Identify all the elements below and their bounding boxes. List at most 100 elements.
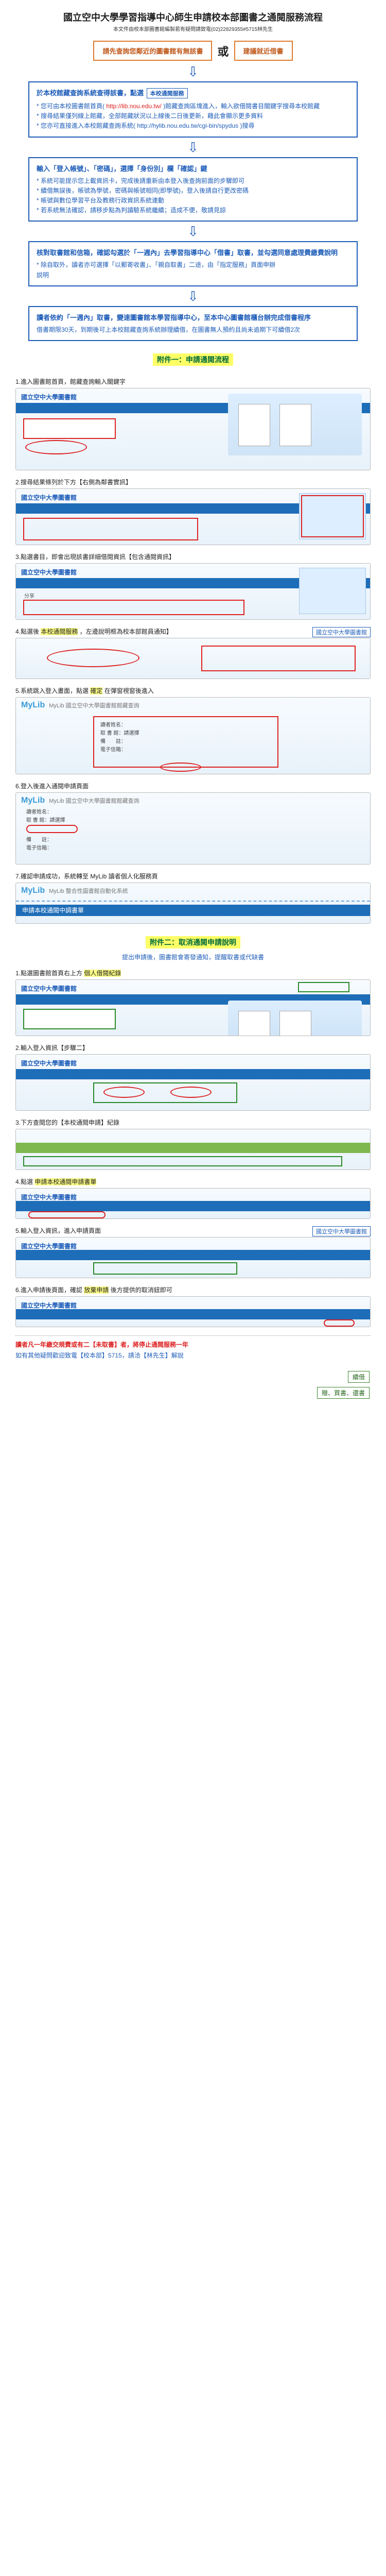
mock-screenshot-b3 [15, 1129, 371, 1170]
mylib-logo: MyLib [21, 796, 45, 805]
note-highlight [201, 646, 356, 671]
mock-screenshot-7: MyLibMyLib 整合性圖書館自動化系統 申請本校通閱中調書單 [15, 883, 371, 924]
s1-5-labelb: 在彈窗視窗後進入 [104, 687, 154, 694]
footer-warning: 讀者凡一年繳交規費或有二【未取書】者，將停止通閱服務一年 [15, 1340, 371, 1349]
dashed-divider [16, 901, 370, 903]
arrow-down-icon: ⇩ [15, 141, 371, 154]
s1-6-label: 6.登入後進入通閱申請頁面 [15, 782, 371, 790]
field-email: 電子信箱： [26, 844, 288, 853]
red-circle-highlight [25, 440, 87, 454]
s2-6-btn[interactable]: 放棄申請 [84, 1286, 109, 1294]
mock-screenshot-1: 國立空中大學圖書館 [15, 388, 371, 470]
field-lib: 取 書 館：請選擇 [100, 730, 271, 738]
nav-bar [16, 1069, 370, 1079]
side-pane [299, 568, 366, 614]
book-carousel [228, 1001, 362, 1036]
step2-note3: * 帳號與數位學習平台及教務行政資訊系統連動 [37, 197, 164, 204]
sidepane-highlight [301, 495, 364, 537]
cancel-circ [324, 1319, 355, 1327]
s2-3-label: 3.下方查閱您的【本校通閱申請】紀錄 [15, 1118, 371, 1127]
lib-logo: 國立空中大學圖書館 [21, 1193, 77, 1201]
step1-url2[interactable]: http://hylib.nou.edu.tw/cgi-bin/spydus [137, 122, 238, 129]
s2-6-label: 6.進入申請後頁面，確認 [15, 1286, 82, 1294]
attach1-label: 附件一：申請通閱流程 [153, 353, 233, 366]
step1-note3: * 您亦可直接進入本校館藏查詢系統( [37, 122, 137, 129]
step-box-3: 核對取書館和信箱，確認勾選於「一週內」去學習指導中心「借書」取書，並勾選同意處理… [28, 241, 358, 286]
field-name: 讀者姓名： [100, 721, 271, 730]
attach2-sub: 提出申請後，圖書館會寄發通知，提醒取書或代缺書 [15, 953, 371, 961]
s1-5-btn[interactable]: 確定 [90, 687, 102, 694]
field-lib: 取 書 館：請選擇 [26, 817, 288, 825]
lib-logo: 國立空中大學圖書館 [21, 1242, 77, 1250]
s2-6-labelb: 後方提供的取消鈕即可 [111, 1286, 172, 1294]
s1-4-label: 4.點選後 [15, 628, 39, 635]
detail-highlight [23, 600, 244, 615]
step3-note1: * 除自取外，讀者亦可選擇「以郵寄收書」、「親自取書」二途，由「指定服務」頁面申… [37, 261, 275, 268]
step3-note2: 説明 [37, 272, 49, 279]
step1-note1: * 您可由本校圖書館首頁( [37, 103, 106, 110]
field-email: 電子信箱： [100, 746, 271, 754]
lib-tag-right: 國立空中大學圖書館 [312, 627, 371, 637]
field-name: 讀者姓名： [26, 808, 288, 817]
s1-7-label: 7.確認申請成功，系統轉至 MyLib 讀者個人化服務頁 [15, 872, 371, 880]
step1-url1[interactable]: http://lib.nou.edu.tw/ [106, 103, 161, 110]
mylib2-sub: MyLib 整合性圖書館自動化系統 [49, 887, 128, 895]
search-box[interactable] [23, 1009, 116, 1029]
result-highlight [23, 518, 198, 540]
search-box-highlight[interactable] [23, 418, 116, 439]
step1-note3b: )搜尋 [238, 122, 254, 129]
mylib-sub: MyLib 國立空中大學圖書館館藏查詢 [49, 701, 139, 709]
book-carousel [228, 394, 362, 455]
page-title: 國立空中大學學習指導中心師生申請校本部圖書之通閱服務流程 [15, 10, 371, 24]
step-box-1: 於本校館藏查詢系統查得該書，點選 本校通閱服務 * 您可由本校圖書館首頁( ht… [28, 81, 358, 138]
s2-4-btn[interactable]: 申請本校通閱申請書單 [34, 1178, 96, 1185]
mock-screenshot-b4: 國立空中大學圖書館 [15, 1188, 371, 1219]
share-label: 分享 [24, 591, 34, 599]
attach2-label: 附件二：取消通閱申請說明 [146, 936, 240, 948]
mylib-logo: MyLib [21, 886, 45, 895]
confirm-circ [160, 762, 201, 772]
s2-4-label: 4.點選 [15, 1178, 33, 1185]
red-input-circ [103, 1087, 145, 1098]
step4-note: 借書期限30天，到期後可上本校館藏查詢系統辦理續借，在圖書無人預約且尚未逾期下可… [37, 325, 349, 335]
footer-contact: 如有其他疑問歡迎致電【校本部】5715，請洽【林先生】解說 [15, 1351, 371, 1360]
s2-1-btn[interactable]: 個人借閱紀錄 [84, 970, 121, 977]
lib-logo: 國立空中大學圖書館 [21, 1301, 77, 1310]
inline-button-tongyue[interactable]: 本校通閱服務 [147, 88, 188, 98]
mylib-logo: MyLib [21, 701, 45, 710]
lib-logo: 國立空中大學圖書館 [21, 984, 77, 993]
login-highlight: 讀者姓名： 取 書 館：請選擇 備 註： 電子信箱： [93, 716, 278, 768]
s2-1-label: 1.點選圖書館首頁右上方 [15, 970, 82, 977]
mock-screenshot-2: 國立空中大學圖書館 [15, 488, 371, 545]
step1-note1b: )館藏查詢區塊進入，輸入欲借閱書目關鍵字搜尋本校館藏 [162, 103, 320, 110]
step-box-2: 輸入「登入帳號」、「密碼」，選擇「身份別」欄「確認」鍵 * 系統可能提示您上載資… [28, 157, 358, 222]
nav-bar [16, 1250, 370, 1260]
red-input-circ2 [170, 1087, 212, 1098]
lib-logo: 國立空中大學圖書館 [21, 393, 77, 401]
lib-logo: 國立空中大學圖書館 [21, 568, 77, 577]
step2-head: 輸入「登入帳號」、「密碼」，選擇「身份別」欄「確認」鍵 [37, 163, 349, 173]
step1-head: 於本校館藏查詢系統查得該書，點選 [37, 89, 144, 97]
s1-2-label: 2.搜尋結果條列於下方【右側為鄰書實訊】 [15, 478, 371, 486]
arrow-down-icon: ⇩ [15, 225, 371, 238]
oval-highlight [47, 649, 139, 667]
s1-4-btn[interactable]: 本校通閱服務 [41, 628, 78, 635]
field-note: 備 註： [100, 738, 271, 746]
select-circ[interactable] [26, 825, 78, 833]
mylib-sub: MyLib 國立空中大學圖書館館藏查詢 [49, 796, 139, 805]
step2-note1: * 系統可能提示您上載資訊卡，完成後請重新由本登入後查詢前面的步驟即可 [37, 177, 244, 184]
lib-tag-right: 國立空中大學圖書館 [312, 1226, 371, 1236]
s1-5-label: 5.系統跳入登入畫面，點選 [15, 687, 89, 694]
s1-1-label: 1.進入圖書館首頁，館藏查詢輸入關鍵字 [15, 377, 371, 386]
field-note: 備 註： [26, 836, 288, 844]
lib-logo: 國立空中大學圖書館 [21, 1059, 77, 1067]
intro-box-right: 建議就近借書 [234, 41, 293, 61]
s1-3-label: 3.點選書目，即會出現該書詳細借閱資訊【包含通閱資訊】 [15, 552, 371, 561]
nav-bar [16, 1309, 370, 1319]
s2-5-label: 5.輸入登入資訊，進入申請頁面 [15, 1227, 101, 1234]
mock-screenshot-b1: 國立空中大學圖書館 [15, 979, 371, 1036]
callout-renew: 續借 [348, 1371, 370, 1383]
green-tab [16, 1143, 370, 1153]
mock-screenshot-b5: 國立空中大學圖書館 [15, 1237, 371, 1278]
green-row-highlight [23, 1156, 342, 1166]
